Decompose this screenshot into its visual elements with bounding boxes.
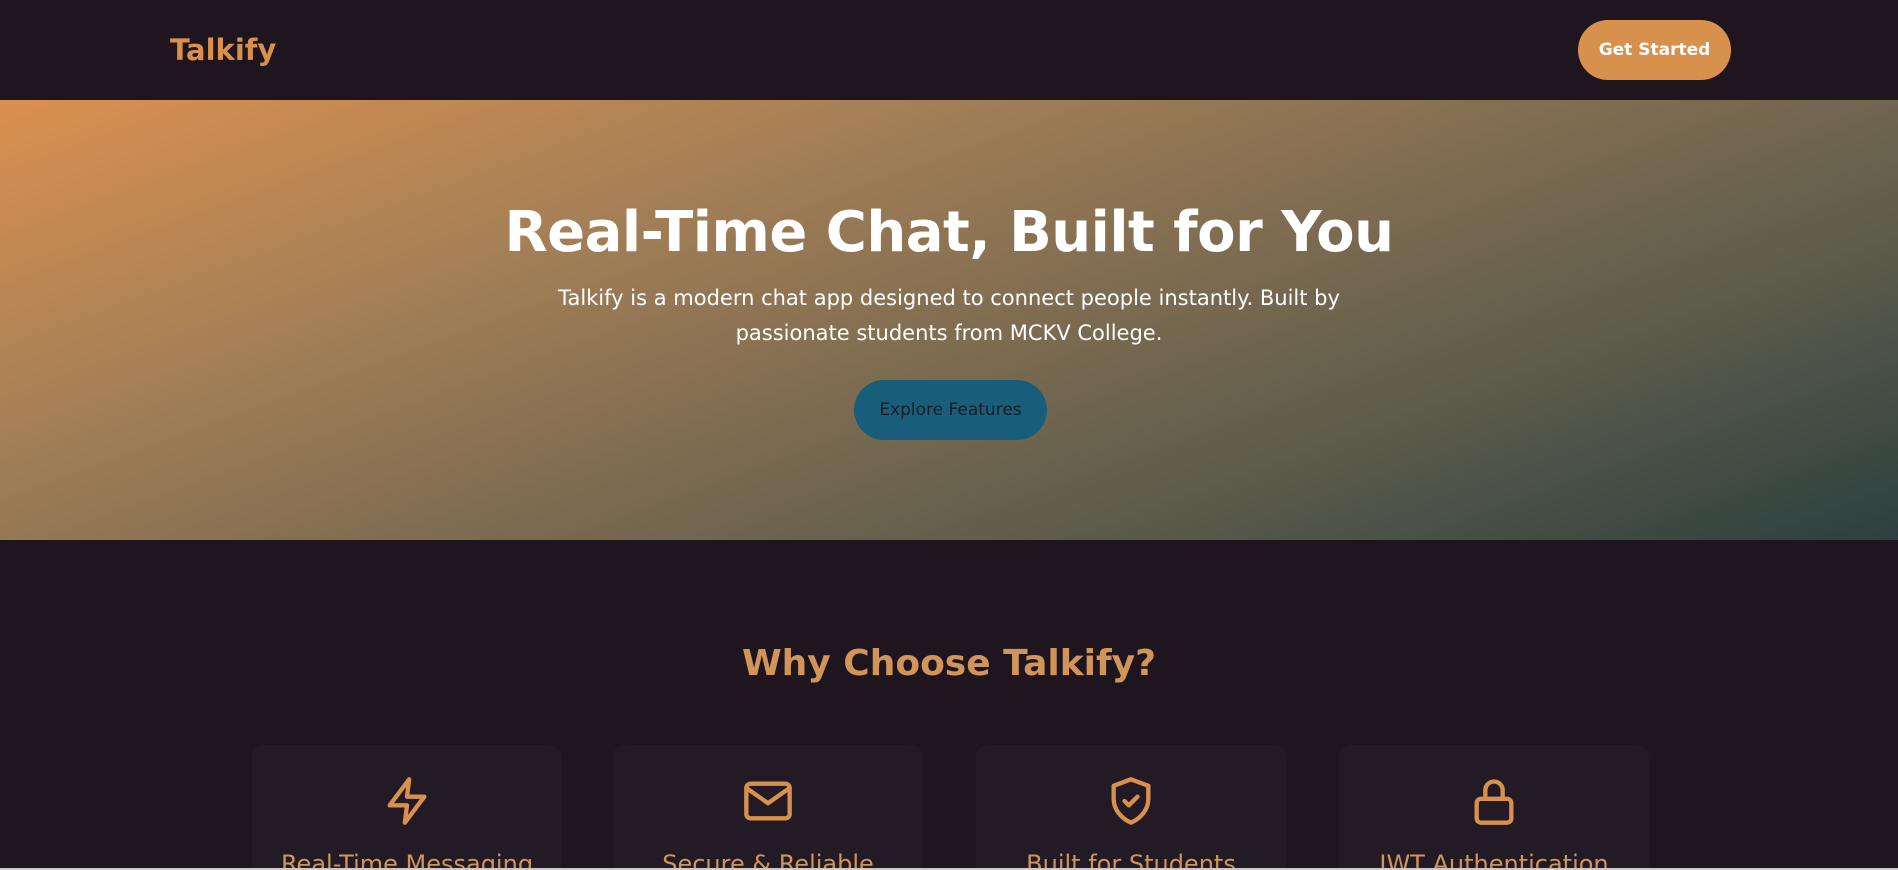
- lock-icon: [1474, 779, 1514, 825]
- logo[interactable]: Talkify: [170, 33, 276, 67]
- feature-card-title: JWT Authentication: [1379, 850, 1609, 870]
- feature-card-students: Built for Students: [976, 745, 1286, 870]
- mail-icon: [744, 781, 792, 821]
- shield-check-icon: [1111, 777, 1151, 825]
- hero-subtitle: Talkify is a modern chat app designed to…: [558, 286, 1340, 345]
- feature-card-secure: Secure & Reliable: [613, 745, 923, 870]
- hero-title: Real-Time Chat, Built for You: [504, 200, 1394, 265]
- feature-card-realtime: Real-Time Messaging: [252, 745, 562, 870]
- lightning-icon: [387, 777, 427, 825]
- features-title: Why Choose Talkify?: [741, 643, 1157, 684]
- site-header: Talkify Get Started: [0, 0, 1898, 100]
- hero-section: Real-Time Chat, Built for You Talkify is…: [0, 100, 1898, 540]
- feature-card-title: Real-Time Messaging: [280, 850, 534, 870]
- landing-page: Talkify Get Started Real-Time Chat, Buil…: [0, 0, 1898, 870]
- explore-features-button[interactable]: Explore Features: [854, 380, 1047, 440]
- get-started-button[interactable]: Get Started: [1578, 20, 1731, 80]
- feature-card-jwt: JWT Authentication: [1339, 745, 1649, 870]
- feature-card-title: Secure & Reliable: [662, 850, 874, 870]
- feature-card-title: Built for Students: [1026, 850, 1236, 870]
